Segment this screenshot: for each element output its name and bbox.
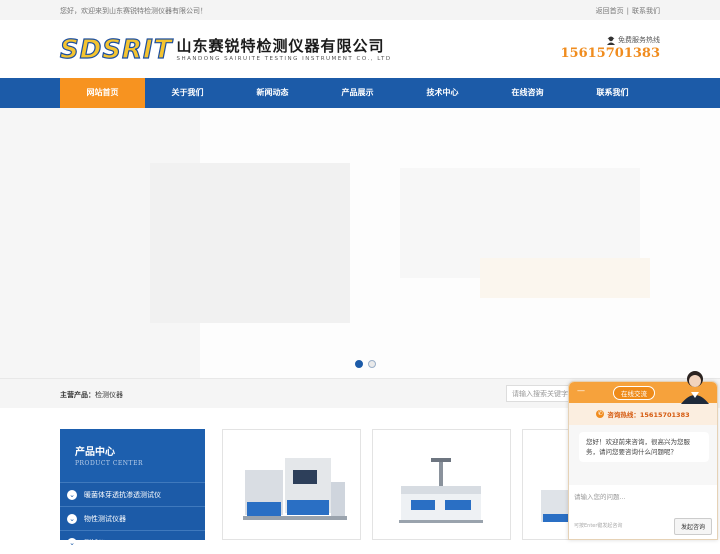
- search-input[interactable]: 请输入搜索关键字: [506, 385, 576, 402]
- contact-link[interactable]: 联系我们: [632, 7, 660, 15]
- banner-dot-1[interactable]: [355, 360, 363, 368]
- top-links: 返回首页 | 联系我们: [595, 7, 660, 15]
- logo-text: 山东赛锐特检测仪器有限公司 SHANDONG SAIRUITE TESTING …: [176, 36, 392, 63]
- chat-hotline: ✆ 咨询热线：15615701383: [569, 403, 717, 425]
- home-link[interactable]: 返回首页: [596, 7, 624, 15]
- lab-instrument-image: [399, 458, 483, 523]
- banner-dot-2[interactable]: [368, 360, 376, 368]
- hotline-number: 15615701383: [560, 46, 661, 61]
- nav-item-consult[interactable]: 在线咨询: [485, 78, 570, 108]
- main-nav: 网站首页 关于我们 新闻动态 产品展示 技术中心 在线咨询 联系我们: [0, 78, 720, 108]
- sidebar-item-label: 测试仪: [84, 538, 105, 547]
- chevron-down-icon: ⌄: [67, 537, 77, 548]
- hotline-label-row: 免费服务热线: [561, 35, 660, 45]
- nav-item-contact[interactable]: 联系我们: [570, 78, 655, 108]
- sidebar-title: 产品中心: [75, 447, 115, 458]
- hotline-label: 免费服务热线: [618, 36, 660, 44]
- sidebar-item-2[interactable]: ⌄ 物性测试仪器: [60, 506, 205, 530]
- agent-avatar: [681, 371, 709, 404]
- nav-item-home[interactable]: 网站首页: [60, 78, 145, 108]
- nav-item-tech[interactable]: 技术中心: [400, 78, 485, 108]
- sidebar-item-1[interactable]: ⌄ 暖菌体芽透抗渗透测试仪: [60, 482, 205, 506]
- phone-icon: ✆: [596, 410, 605, 418]
- nav-item-products[interactable]: 产品展示: [315, 78, 400, 108]
- site-logo[interactable]: SDSRIT 山东赛锐特检测仪器有限公司 SHANDONG SAIRUITE T…: [59, 35, 392, 65]
- company-name: 山东赛锐特检测仪器有限公司: [176, 36, 385, 55]
- product-card-1[interactable]: [222, 429, 361, 540]
- chevron-down-icon: ⌄: [67, 513, 77, 524]
- top-bar: 您好，欢迎来到山东赛锐特检测仪器有限公司！ 返回首页 | 联系我们: [0, 0, 720, 20]
- product-center-sidebar: 产品中心 PRODUCT CENTER ⌄ 暖菌体芽透抗渗透测试仪 ⌄ 物性测试…: [60, 429, 205, 548]
- chat-greeting: 您好！欢迎前来咨询，很高兴为您服务，请问您要咨询什么问题呢？: [579, 432, 709, 462]
- chat-send-button[interactable]: 发起咨询: [673, 518, 712, 535]
- main-products-label: 主营产品：: [60, 391, 95, 399]
- nav-item-news[interactable]: 新闻动态: [230, 78, 315, 108]
- chat-tab[interactable]: 在线交流: [613, 386, 655, 400]
- chat-hotline-text: 咨询热线：15615701383: [607, 411, 690, 419]
- chat-input[interactable]: 请输入您的问题...: [569, 485, 717, 520]
- sidebar-item-label: 暖菌体芽透抗渗透测试仪: [84, 490, 161, 499]
- site-header: SDSRIT 山东赛锐特检测仪器有限公司 SHANDONG SAIRUITE T…: [0, 20, 720, 78]
- sidebar-subtitle: PRODUCT CENTER: [75, 460, 143, 467]
- logo-mark: SDSRIT: [59, 35, 173, 65]
- hero-banner[interactable]: [0, 108, 720, 378]
- chat-messages: 您好！欢迎前来咨询，很高兴为您服务，请问您要咨询什么问题呢？: [569, 425, 717, 485]
- sidebar-header: 产品中心 PRODUCT CENTER: [60, 429, 205, 482]
- sidebar-item-label: 物性测试仪器: [84, 514, 126, 523]
- banner-pagination: [355, 360, 376, 368]
- welcome-text: 您好，欢迎来到山东赛锐特检测仪器有限公司！: [60, 7, 207, 15]
- hotline: 免费服务热线 15615701383: [561, 35, 661, 61]
- chat-tip: 可按Enter键发起咨询: [574, 523, 623, 529]
- product-card-2[interactable]: [372, 429, 511, 540]
- banner-image: [0, 108, 720, 378]
- nav-item-about[interactable]: 关于我们: [145, 78, 230, 108]
- main-products-value[interactable]: 检测仪器: [95, 391, 123, 399]
- company-name-en: SHANDONG SAIRUITE TESTING INSTRUMENT CO.…: [176, 55, 392, 62]
- sidebar-item-3[interactable]: ⌄ 测试仪: [60, 530, 205, 554]
- online-chat-widget: — 在线交流 ✆ 咨询热线：15615701383 您好！欢迎前来咨询，很高兴为…: [568, 381, 718, 540]
- main-products: 主营产品：检测仪器: [60, 390, 123, 400]
- service-headset-icon: [607, 36, 615, 45]
- chevron-down-icon: ⌄: [67, 489, 77, 500]
- dissolution-tester-image: [243, 458, 347, 520]
- chat-minimize-button[interactable]: —: [577, 386, 585, 395]
- chat-footer: 可按Enter键发起咨询 发起咨询: [574, 518, 712, 535]
